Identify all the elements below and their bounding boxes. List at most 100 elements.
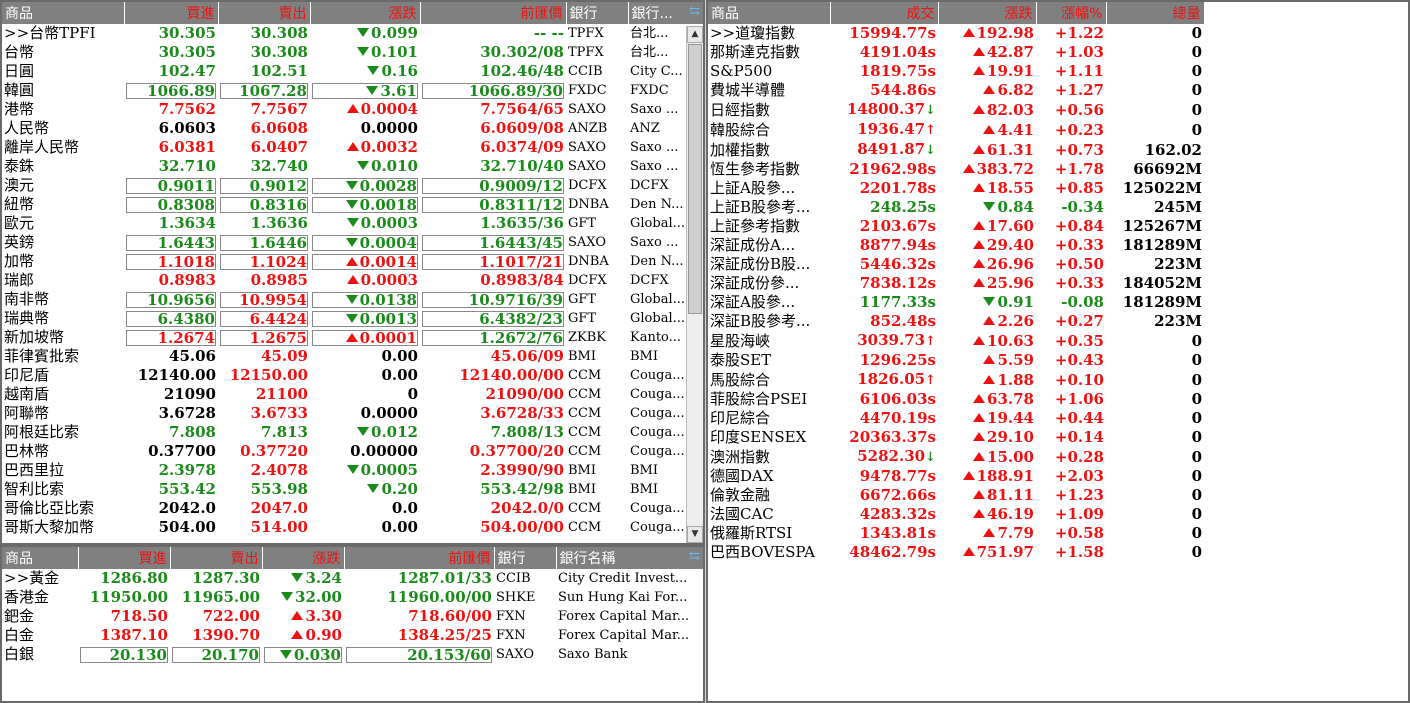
table-row[interactable]: 倫敦金融 6672.66s 81.11 +1.23 0 xyxy=(708,486,1204,505)
column-header[interactable]: 漲幅% xyxy=(1036,2,1107,24)
table-row[interactable]: 日經指數 14800.37↓ 82.03 +0.56 0 xyxy=(708,100,1204,120)
table-row[interactable]: >>道瓊指數 15994.77s 192.98 +1.22 0 xyxy=(708,24,1204,43)
table-row[interactable]: 白金 1387.10 1390.70 0.90 1384.25/25 FXN Forex C… xyxy=(2,626,688,645)
up-triangle-icon xyxy=(962,28,975,37)
table-row[interactable]: >>台幣TPFI 30.305 30.308 0.099 -- -- TPFX 台北... xyxy=(2,24,688,43)
buy-price: 6.0603 xyxy=(158,119,216,137)
table-row[interactable]: 哥倫比亞比索 2042.0 2047.0 0.0 2042.0/0 CCM Couga... xyxy=(2,499,688,518)
table-row[interactable]: 韓圓 1066.89 1067.28 3.61 1066.89/30 FXDC FXDC xyxy=(2,81,688,100)
table-row[interactable]: 印尼綜合 4470.19s 19.44 +0.44 0 xyxy=(708,409,1204,428)
table-row[interactable]: 德國DAX 9478.77s 188.91 +2.03 0 xyxy=(708,467,1204,486)
table-row[interactable]: 阿聯幣 3.6728 3.6733 0.0000 3.6728/33 CCM Couga..… xyxy=(2,404,688,423)
table-row[interactable]: 鈀金 718.50 722.00 3.30 718.60/00 FXN Forex Capi… xyxy=(2,607,688,626)
column-header[interactable]: 銀行 xyxy=(494,547,557,569)
table-row[interactable]: 費城半導體 544.86s 6.82 +1.27 0 xyxy=(708,81,1204,100)
table-row[interactable]: 白銀 20.130 20.170 0.030 20.153/60 SAXO Saxo Ban… xyxy=(2,645,688,664)
table-row[interactable]: 加幣 1.1018 1.1024 0.0014 1.1017/21 DNBA Den N..… xyxy=(2,252,688,271)
volume: 245M xyxy=(1154,198,1202,216)
table-row[interactable]: 新加坡幣 1.2674 1.2675 0.0001 1.2672/76 ZKBK Kanto… xyxy=(2,328,688,347)
table-row[interactable]: 深証成份B股... 5446.32s 26.96 +0.50 223M xyxy=(708,255,1204,274)
table-row[interactable]: 巴西BOVESPA 48462.79s 751.97 +1.58 0 xyxy=(708,543,1204,562)
refresh-icon[interactable]: ⇆ xyxy=(686,2,703,24)
table-row[interactable]: 星股海峽 3039.73↑ 10.63 +0.35 0 xyxy=(708,331,1204,351)
fx-scrollbar[interactable]: ▲ ▼ xyxy=(686,26,703,543)
table-row[interactable]: 紐幣 0.8308 0.8316 0.0018 0.8311/12 DNBA Den N..… xyxy=(2,195,688,214)
column-header[interactable]: 銀行名稱 xyxy=(556,547,689,569)
column-header[interactable]: 商品 xyxy=(2,547,79,569)
table-row[interactable]: 深証B股參考... 852.48s 2.26 +0.27 223M xyxy=(708,312,1204,331)
column-header[interactable]: 賣出 xyxy=(170,547,263,569)
table-row[interactable]: 法國CAC 4283.32s 46.19 +1.09 0 xyxy=(708,505,1204,524)
column-header[interactable]: 商品 xyxy=(708,2,831,24)
table-row[interactable]: 菲律賓批索 45.06 45.09 0.00 45.06/09 BMI BMI xyxy=(2,347,688,366)
change-value: 63.78 xyxy=(987,390,1034,408)
table-row[interactable]: 那斯達克指數 4191.04s 42.87 +1.03 0 xyxy=(708,43,1204,62)
table-row[interactable]: 南非幣 10.9656 10.9954 0.0138 10.9716/39 GFT Glob… xyxy=(2,290,688,309)
table-row[interactable]: 上証參考指數 2103.67s 17.60 +0.84 125267M xyxy=(708,217,1204,236)
column-header[interactable]: 總量 xyxy=(1106,2,1205,24)
table-row[interactable]: 台幣 30.305 30.308 0.101 30.302/08 TPFX 台北... xyxy=(2,43,688,62)
table-row[interactable]: 上証A股參... 2201.78s 18.55 +0.85 125022M xyxy=(708,179,1204,198)
sell-price: 0.37720 xyxy=(240,442,308,460)
table-row[interactable]: 韓股綜合 1936.47↑ 4.41 +0.23 0 xyxy=(708,120,1204,140)
table-row[interactable]: 泰股SET 1296.25s 5.59 +0.43 0 xyxy=(708,351,1204,370)
prev-price: 0.37700/20 xyxy=(469,442,564,460)
last-price-value: 4283.32s xyxy=(859,505,936,523)
table-row[interactable]: >>黃金 1286.80 1287.30 3.24 1287.01/33 CCIB City… xyxy=(2,569,688,588)
table-row[interactable]: S&P500 1819.75s 19.91 +1.11 0 xyxy=(708,62,1204,81)
column-header[interactable]: 前匯價 xyxy=(344,547,495,569)
scroll-thumb[interactable] xyxy=(688,44,702,314)
table-row[interactable]: 香港金 11950.00 11965.00 32.00 11960.00/00 SHKE S… xyxy=(2,588,688,607)
column-header[interactable]: 漲跌 xyxy=(310,2,421,24)
table-row[interactable]: 印尼盾 12140.00 12150.00 0.00 12140.00/00 CCM Cou… xyxy=(2,366,688,385)
column-header[interactable]: 賣出 xyxy=(218,2,311,24)
scroll-down-icon[interactable]: ▼ xyxy=(687,526,703,543)
table-row[interactable]: 深証成份參... 7838.12s 25.96 +0.33 184052M xyxy=(708,274,1204,293)
table-row[interactable]: 離岸人民幣 6.0381 6.0407 0.0032 6.0374/09 SAXO Saxo… xyxy=(2,138,688,157)
table-row[interactable]: 澳元 0.9011 0.9012 0.0028 0.9009/12 DCFX DCFX xyxy=(2,176,688,195)
table-row[interactable]: 哥斯大黎加幣 504.00 514.00 0.00 504.00/00 CCM Couga.… xyxy=(2,518,688,537)
table-row[interactable]: 人民幣 6.0603 6.0608 0.0000 6.0609/08 ANZB ANZ xyxy=(2,119,688,138)
table-row[interactable]: 日圓 102.47 102.51 0.16 102.46/48 CCIB City C... xyxy=(2,62,688,81)
table-row[interactable]: 巴林幣 0.37700 0.37720 0.00000 0.37700/20 CCM Cou… xyxy=(2,442,688,461)
volume: 223M xyxy=(1154,255,1202,273)
table-row[interactable]: 越南盾 21090 21100 0 21090/00 CCM Couga... xyxy=(2,385,688,404)
column-header[interactable]: 漲跌 xyxy=(938,2,1037,24)
table-row[interactable]: 瑞郎 0.8983 0.8985 0.0003 0.8983/84 DCFX DCFX xyxy=(2,271,688,290)
scroll-up-icon[interactable]: ▲ xyxy=(687,26,703,43)
column-header[interactable]: 買進 xyxy=(78,547,171,569)
table-row[interactable]: 港幣 7.7562 7.7567 0.0004 7.7564/65 SAXO Saxo ..… xyxy=(2,100,688,119)
index-name: 深証B股參考... xyxy=(710,312,811,330)
sell-price: 7.7567 xyxy=(250,100,308,118)
column-header[interactable]: 買進 xyxy=(124,2,219,24)
table-row[interactable]: 印度SENSEX 20363.37s 29.10 +0.14 0 xyxy=(708,428,1204,447)
last-price-value: 4470.19s xyxy=(859,409,936,427)
table-row[interactable]: 巴西里拉 2.3978 2.4078 0.0005 2.3990/90 BMI BMI xyxy=(2,461,688,480)
table-row[interactable]: 阿根廷比索 7.808 7.813 0.012 7.808/13 CCM Couga... xyxy=(2,423,688,442)
column-header[interactable]: 銀行... xyxy=(628,2,689,24)
table-row[interactable]: 歐元 1.3634 1.3636 0.0003 1.3635/36 GFT Global..… xyxy=(2,214,688,233)
table-row[interactable]: 深証A股參... 1177.33s 0.91 -0.08 181289M xyxy=(708,293,1204,312)
column-header[interactable]: 前匯價 xyxy=(420,2,567,24)
table-row[interactable]: 澳洲指數 5282.30↓ 15.00 +0.28 0 xyxy=(708,447,1204,467)
table-row[interactable]: 菲股綜合PSEI 6106.03s 63.78 +1.06 0 xyxy=(708,390,1204,409)
table-row[interactable]: 馬股綜合 1826.05↑ 1.88 +0.10 0 xyxy=(708,370,1204,390)
index-name: 巴西BOVESPA xyxy=(710,543,815,561)
change-cell: 63.78 xyxy=(938,390,1036,409)
table-row[interactable]: 俄羅斯RTSI 1343.81s 7.79 +0.58 0 xyxy=(708,524,1204,543)
column-header[interactable]: 漲跌 xyxy=(262,547,345,569)
table-row[interactable]: 加權指數 8491.87↓ 61.31 +0.73 162.02 xyxy=(708,140,1204,160)
sell-price: 722.00 xyxy=(202,607,260,625)
table-row[interactable]: 英鎊 1.6443 1.6446 0.0004 1.6443/45 SAXO Saxo ..… xyxy=(2,233,688,252)
column-header[interactable]: 成交 xyxy=(830,2,939,24)
table-row[interactable]: 深証成份A... 8877.94s 29.40 +0.33 181289M xyxy=(708,236,1204,255)
column-header[interactable]: 銀行 xyxy=(566,2,629,24)
table-row[interactable]: 瑞典幣 6.4380 6.4424 0.0013 6.4382/23 GFT Global.… xyxy=(2,309,688,328)
table-row[interactable]: 上証B股參考... 248.25s 0.84 -0.34 245M xyxy=(708,198,1204,217)
refresh-icon[interactable]: ⇆ xyxy=(686,547,703,569)
table-row[interactable]: 智利比索 553.42 553.98 0.20 553.42/98 BMI BMI xyxy=(2,480,688,499)
table-row[interactable]: 泰銖 32.710 32.740 0.010 32.710/40 SAXO Saxo ... xyxy=(2,157,688,176)
column-header[interactable]: 商品 xyxy=(2,2,125,24)
table-row[interactable]: 恆生參考指數 21962.98s 383.72 +1.78 66692M xyxy=(708,160,1204,179)
up-triangle-icon xyxy=(973,183,986,192)
